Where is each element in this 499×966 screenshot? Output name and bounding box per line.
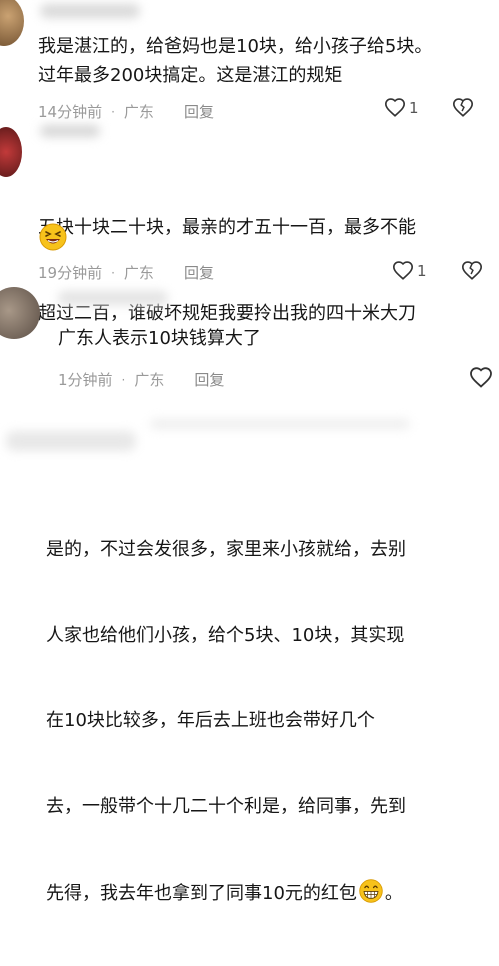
- laughing-emoji-icon: [39, 223, 67, 251]
- comment-4: 是的，不过会发很多，家里来小孩就给，去别 人家也给他们小孩，给个5块、10块，其…: [0, 405, 499, 904]
- reply-button[interactable]: 回复: [184, 262, 214, 283]
- reply-button[interactable]: 回复: [184, 101, 214, 122]
- heart-outline-icon: [385, 98, 405, 117]
- heart-outline-icon: [393, 261, 413, 280]
- comment-text: 是的，不过会发很多，家里来小孩就给，去别 人家也给他们小孩，给个5块、10块，其…: [46, 479, 496, 966]
- comment-text-segment: 。: [384, 883, 403, 904]
- comment-text-line: 先得，我去年也拿到了同事10元的红包 。: [46, 878, 496, 909]
- username-blurred[interactable]: [6, 431, 136, 451]
- comment-text: 我是湛江的，给爸妈也是10块，给小孩子给5块。 过年最多200块搞定。这是湛江的…: [38, 36, 433, 86]
- heart-outline-icon[interactable]: [469, 366, 493, 390]
- comment-text-line: 是的，不过会发很多，家里来小孩就给，去别: [46, 539, 406, 560]
- separator-dot: ·: [121, 372, 126, 387]
- separator-dot: ·: [111, 265, 115, 280]
- comment-meta: 19分钟前 · 广东 回复: [38, 262, 214, 283]
- username-blurred[interactable]: [40, 125, 100, 137]
- comment-time: 14分钟前: [38, 103, 103, 121]
- comment-text-line: 五块十块二十块，最亲的才五十一百，最多不能: [38, 217, 416, 238]
- separator-dot: ·: [111, 104, 115, 119]
- comment-time: 19分钟前: [38, 264, 103, 282]
- comment-text: 广东人表示10块钱算大了: [58, 328, 261, 349]
- broken-heart-icon[interactable]: [451, 97, 475, 119]
- like-count: 1: [409, 99, 419, 117]
- comment-text-line: 在10块比较多，年后去上班也会带好几个: [46, 710, 375, 731]
- header-blurred: [150, 419, 410, 429]
- comment-3: 广东人表示10块钱算大了 1分钟前 · 广东 回复: [0, 285, 499, 405]
- like-button[interactable]: 1: [392, 260, 427, 282]
- reply-button[interactable]: 回复: [194, 369, 224, 390]
- comment-location: 广东: [123, 103, 154, 121]
- grinning-emoji-icon: [359, 879, 383, 903]
- like-count: 1: [417, 262, 427, 280]
- comment-meta: 1分钟前 · 广东 回复: [58, 369, 224, 390]
- comment-location: 广东: [123, 264, 154, 282]
- comment-text-line: 去，一般带个十几二十个利是，给同事，先到: [46, 795, 406, 817]
- comment-time: 1分钟前: [58, 371, 113, 389]
- avatar[interactable]: [0, 0, 24, 46]
- comment-text-line: 人家也给他们小孩，给个5块、10块，其实现: [46, 624, 405, 646]
- username-blurred[interactable]: [58, 291, 168, 305]
- comment-2: 五块十块二十块，最亲的才五十一百，最多不能 超过二百，谁破坏规矩我要拎出我的四十…: [0, 125, 499, 324]
- avatar[interactable]: [0, 287, 40, 339]
- comment-text-segment: 先得，我去年也拿到了同事10元的红包: [46, 883, 357, 904]
- username-blurred[interactable]: [40, 4, 140, 18]
- comment-location: 广东: [134, 371, 165, 389]
- comment-meta: 14分钟前 · 广东 回复: [38, 101, 214, 122]
- like-button[interactable]: 1: [384, 97, 419, 119]
- avatar[interactable]: [0, 127, 22, 177]
- comment-1: 我是湛江的，给爸妈也是10块，给小孩子给5块。 过年最多200块搞定。这是湛江的…: [0, 0, 499, 125]
- broken-heart-icon[interactable]: [460, 260, 484, 282]
